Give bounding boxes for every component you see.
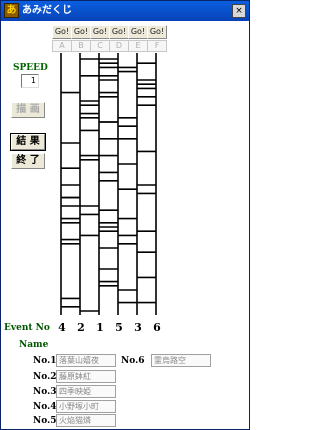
name-field-4[interactable]: 小野塚小町 [56,400,116,413]
event-no-label: Event No [4,323,50,333]
go-button-c[interactable]: Go! [90,25,110,39]
event-number-d: 5 [115,321,123,334]
speed-label: SPEED [13,63,48,73]
event-number-b: 2 [77,321,85,334]
title-bar[interactable]: あ あみだくじ × [1,1,249,21]
column-label-c: C [90,40,110,52]
column-label-f: F [147,40,167,52]
column-label-d: D [109,40,129,52]
go-button-a[interactable]: Go! [52,25,72,39]
event-number-f: 6 [153,321,161,334]
event-number-e: 3 [134,321,142,334]
column-label-e: E [128,40,148,52]
name-label-3: No.3 [33,387,57,397]
column-label-b: B [71,40,91,52]
name-field-5[interactable]: 火焔猫燐 [56,414,116,427]
app-window: あ あみだくじ × Go! Go! Go! Go! Go! Go! A B C … [0,0,250,430]
name-label-5: No.5 [33,416,57,426]
event-number-a: 4 [58,321,66,334]
name-field-6[interactable]: 霊烏路空 [151,354,211,367]
end-button[interactable]: 終 了 [11,153,45,169]
window-title: あみだくじ [22,5,72,16]
amida-app-icon: あ [4,3,19,18]
name-label-1: No.1 [33,356,57,366]
speed-input[interactable]: 1 [21,74,39,88]
name-field-2[interactable]: 藤原鉢紅 [56,370,116,383]
name-label-2: No.2 [33,372,57,382]
go-button-b[interactable]: Go! [71,25,91,39]
go-button-e[interactable]: Go! [128,25,148,39]
amida-ladder [60,53,157,315]
draw-button[interactable]: 描 画 [11,102,45,118]
name-label-4: No.4 [33,402,57,412]
name-field-3[interactable]: 四季映姫 [56,385,116,398]
column-label-a: A [52,40,72,52]
go-button-d[interactable]: Go! [109,25,129,39]
close-button[interactable]: × [232,4,246,18]
name-heading: Name [19,340,49,350]
event-number-c: 1 [96,321,104,334]
name-field-1[interactable]: 落葉山嬉夜 [56,354,116,367]
result-button[interactable]: 結 果 [10,133,46,151]
go-button-f[interactable]: Go! [147,25,167,39]
name-label-6: No.6 [121,356,145,366]
